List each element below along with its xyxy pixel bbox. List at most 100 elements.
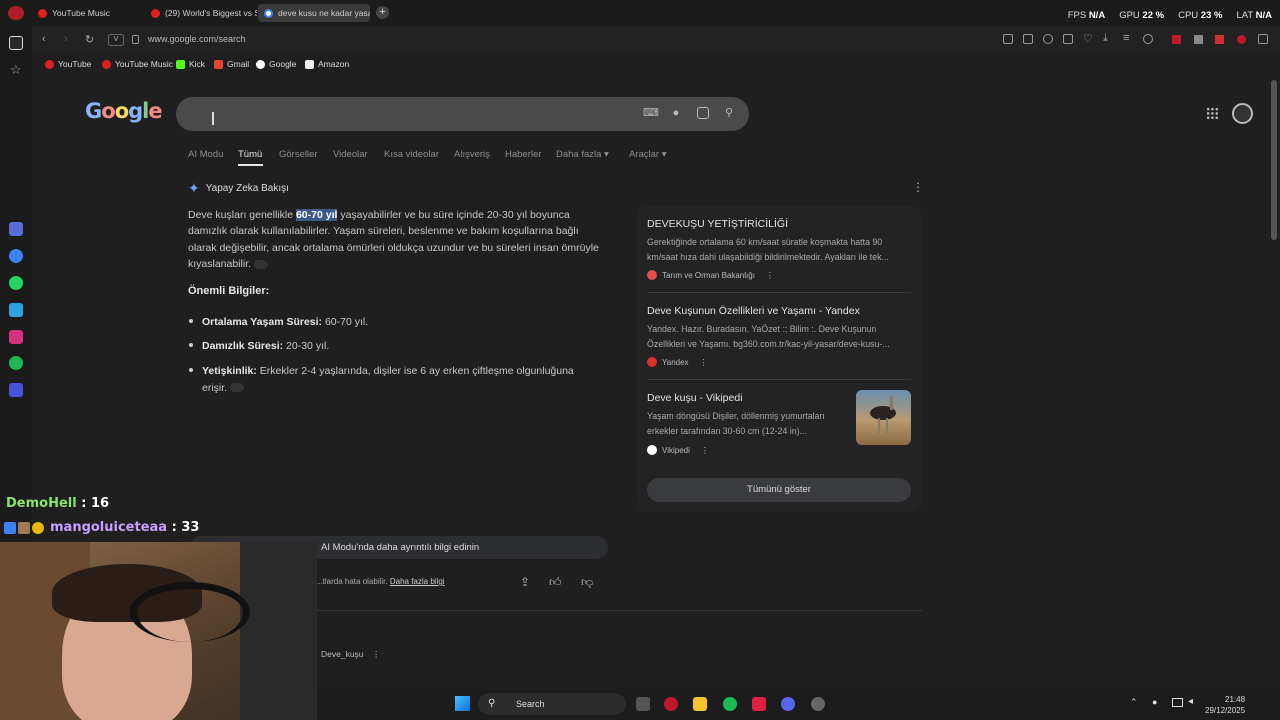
search-input[interactable]	[176, 97, 749, 131]
vpn-badge[interactable]: V	[108, 34, 124, 46]
cpu-value: 23 %	[1200, 10, 1223, 21]
taskbar-search[interactable]: Search	[478, 693, 626, 715]
edit-icon[interactable]	[1003, 34, 1013, 44]
highlighted-answer: 60-70 yıl	[295, 209, 338, 221]
extension-icon[interactable]	[1194, 35, 1203, 44]
star-icon[interactable]: ☆	[10, 62, 22, 78]
aria-icon[interactable]	[9, 222, 23, 236]
spotify-icon[interactable]	[723, 697, 737, 711]
extension-icon[interactable]	[1172, 35, 1181, 44]
telegram-icon[interactable]	[9, 303, 23, 317]
list-item: Ortalama Yaşam Süresi: 60-70 yıl.	[188, 314, 588, 331]
new-tab-button[interactable]: +	[376, 6, 389, 19]
link-icon[interactable]	[253, 259, 268, 269]
more-options-icon[interactable]: ⋮	[701, 446, 709, 455]
extensions-icon[interactable]	[1258, 34, 1268, 44]
google-logo[interactable]: Google	[85, 99, 163, 123]
microphone-icon[interactable]: ●	[670, 107, 682, 119]
bookmark-youtube-music[interactable]: YouTube Music	[102, 59, 173, 69]
extension-icon[interactable]	[1237, 35, 1246, 44]
more-options-icon[interactable]: ⋮	[372, 649, 381, 659]
tab-images[interactable]: Görseller	[279, 149, 318, 160]
task-view-icon[interactable]	[636, 697, 650, 711]
play-icon[interactable]	[1063, 34, 1073, 44]
back-button[interactable]: ‹	[42, 33, 46, 45]
fps-label: FPS	[1067, 10, 1087, 21]
tab-all[interactable]: Tümü	[238, 149, 262, 160]
clock[interactable]: 21:48 29/12/2025	[1205, 694, 1245, 716]
vpn-icon[interactable]	[1043, 34, 1053, 44]
url-field[interactable]: www.google.com/search	[148, 34, 246, 44]
steam-icon[interactable]	[811, 697, 825, 711]
bookmark-google[interactable]: Google	[256, 59, 296, 69]
whatsapp-icon[interactable]	[9, 276, 23, 290]
player-icon[interactable]	[9, 383, 23, 397]
tab-google-search[interactable]: deve kusu ne kadar yasar	[258, 4, 370, 22]
more-options-icon[interactable]: ⋮	[912, 180, 924, 194]
menu-icon[interactable]: ≡	[1123, 32, 1129, 44]
tab-tools[interactable]: Araçlar ▾	[629, 149, 667, 160]
tab-youtube-music[interactable]: YouTube Music	[32, 4, 144, 22]
lens-icon[interactable]	[697, 107, 709, 119]
thumbs-up-icon[interactable]: 👍︎	[549, 575, 562, 590]
tab-short-videos[interactable]: Kısa videolar	[384, 149, 439, 160]
show-all-button[interactable]: Tümünü göster	[647, 478, 911, 502]
learn-more-link[interactable]: Daha fazla bilgi	[390, 577, 445, 586]
tab-ai-mode[interactable]: AI Modu	[188, 149, 223, 160]
source-site[interactable]: Yandex ⋮	[647, 357, 708, 367]
monitor-icon[interactable]	[1172, 698, 1183, 707]
source-title[interactable]: Deve Kuşunun Özellikleri ve Yaşamı - Yan…	[647, 305, 907, 317]
link-icon[interactable]	[230, 383, 245, 393]
profile-icon[interactable]	[1143, 34, 1153, 44]
tab-videos[interactable]: Videolar	[333, 149, 368, 160]
extension-icon[interactable]	[1215, 35, 1224, 44]
source-site[interactable]: Tarım ve Orman Bakanlığı ⋮	[647, 270, 774, 280]
tab-youtube-video[interactable]: (29) World's Biggest vs Sm	[145, 4, 257, 22]
app-icon[interactable]	[752, 697, 766, 711]
source-title[interactable]: Deve kuşu - Vikipedi	[647, 392, 847, 404]
gpu-value: 22 %	[1142, 10, 1165, 21]
cpu-label: CPU	[1178, 10, 1199, 21]
account-avatar[interactable]	[1232, 103, 1253, 124]
ai-mode-prompt-text[interactable]: AI Modu'nda daha ayrıntılı bilgi edinin	[321, 542, 479, 553]
messenger-icon[interactable]	[9, 249, 23, 263]
scrollbar[interactable]	[1271, 80, 1277, 240]
bookmark-gmail[interactable]: Gmail	[214, 59, 249, 69]
tray-chevron-icon[interactable]: ⌃	[1130, 697, 1138, 708]
bookmark-amazon[interactable]: Amazon	[305, 59, 349, 69]
spotify-icon[interactable]	[9, 356, 23, 370]
discord-icon[interactable]	[781, 697, 795, 711]
tab-news[interactable]: Haberler	[505, 149, 541, 160]
apps-grid-icon[interactable]	[1206, 107, 1219, 120]
source-site[interactable]: Vikipedi ⋮	[647, 445, 709, 455]
reload-button[interactable]: ↻	[85, 33, 94, 46]
site-info-icon[interactable]	[132, 35, 139, 44]
camera-icon[interactable]	[1023, 34, 1033, 44]
tab-shopping[interactable]: Alışveriş	[454, 149, 490, 160]
list-item: Damızlık Süresi: 20-30 yıl.	[188, 338, 588, 355]
opera-icon[interactable]	[664, 697, 678, 711]
heart-icon[interactable]: ♡	[1083, 32, 1093, 45]
more-options-icon[interactable]: ⋮	[700, 358, 708, 367]
opera-logo-icon[interactable]	[8, 6, 24, 20]
share-icon[interactable]: ⇪	[520, 575, 530, 589]
more-options-icon[interactable]: ⋮	[766, 271, 774, 280]
ostrich-thumbnail[interactable]	[856, 390, 911, 445]
thumbs-down-icon[interactable]: 👎︎	[581, 575, 593, 590]
start-icon[interactable]	[455, 696, 470, 711]
file-explorer-icon[interactable]	[693, 697, 707, 711]
search-icon[interactable]: ⚲	[723, 107, 735, 119]
instagram-icon[interactable]	[9, 330, 23, 344]
ai-overview-header: ✦ Yapay Zeka Bakışı	[188, 180, 289, 196]
home-icon[interactable]	[9, 36, 23, 50]
source-title[interactable]: DEVEKUŞU YETİŞTİRİCİLİĞİ	[647, 218, 907, 230]
forward-button[interactable]: ›	[64, 33, 68, 45]
microphone-icon[interactable]: ●	[1152, 697, 1157, 707]
result-breadcrumb[interactable]: Deve_kuşu ⋮	[321, 649, 380, 660]
bookmark-kick[interactable]: Kick	[176, 59, 205, 69]
bookmark-youtube[interactable]: YouTube	[45, 59, 91, 69]
download-icon[interactable]: ⤓	[1103, 32, 1108, 45]
speaker-icon[interactable]: ◂	[1188, 696, 1193, 707]
keyboard-icon[interactable]: ⌨	[643, 107, 659, 119]
tab-more[interactable]: Daha fazla ▾	[556, 149, 609, 160]
